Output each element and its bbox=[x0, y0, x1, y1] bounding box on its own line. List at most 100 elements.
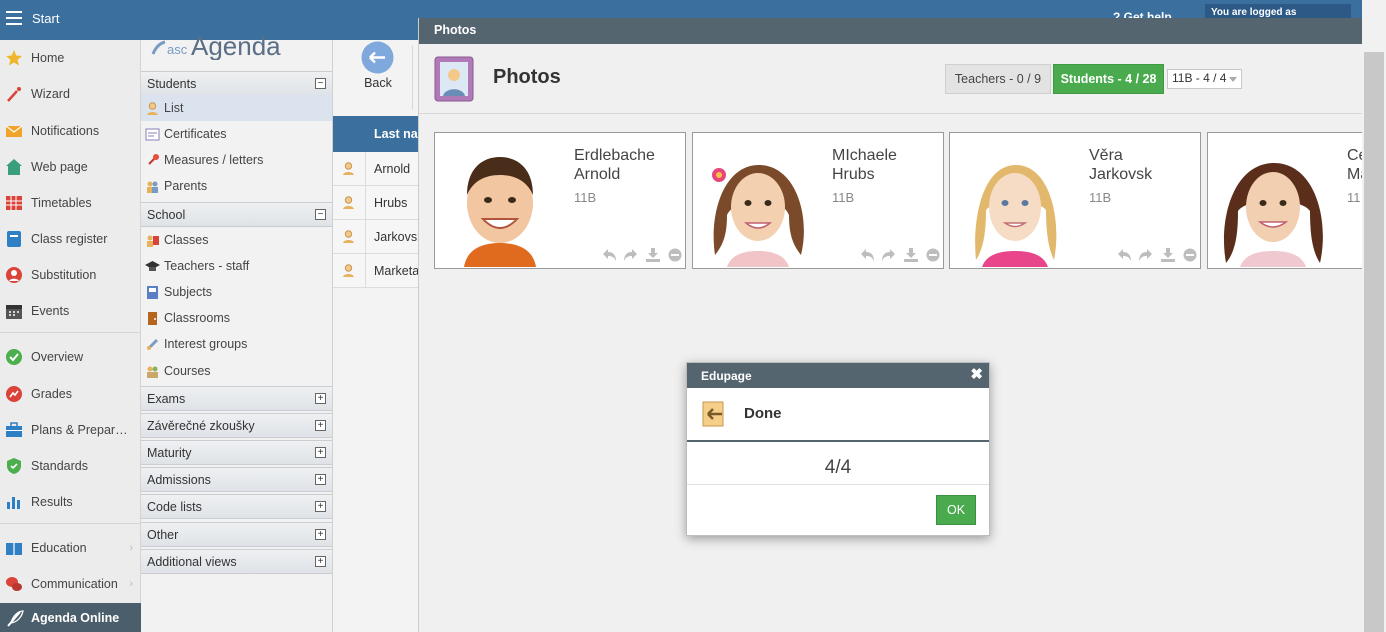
nav-education[interactable]: Education › bbox=[0, 533, 141, 563]
class-select[interactable]: 11B - 4 / 4 bbox=[1167, 69, 1242, 89]
expand-icon[interactable]: + bbox=[315, 556, 326, 567]
column-separator bbox=[365, 254, 366, 288]
nav-notifications[interactable]: Notifications bbox=[0, 116, 141, 146]
tab-students[interactable]: Students - 4 / 28 bbox=[1053, 64, 1164, 94]
parents-icon bbox=[147, 181, 158, 193]
nav-standards[interactable]: Standards bbox=[0, 451, 141, 481]
remove-icon[interactable] bbox=[667, 248, 683, 262]
download-icon[interactable] bbox=[1160, 248, 1176, 262]
nav-home-label: Home bbox=[31, 51, 65, 65]
chart-circle-icon bbox=[6, 386, 22, 402]
redo-icon[interactable] bbox=[623, 248, 639, 262]
column-separator bbox=[365, 186, 366, 220]
subnav-list[interactable]: List bbox=[141, 95, 332, 121]
back-button[interactable]: Back bbox=[352, 40, 410, 115]
student-photo-card[interactable]: Věra Jarkovsk 11B bbox=[949, 132, 1201, 269]
collapse-icon[interactable]: − bbox=[315, 78, 326, 89]
student-photo-card[interactable]: MIchaele Hrubs 11B bbox=[692, 132, 944, 269]
nav-plans[interactable]: Plans & Prepar… bbox=[0, 415, 141, 445]
graduation-cap-icon bbox=[145, 260, 160, 271]
nav-communication[interactable]: Communication › bbox=[0, 569, 141, 599]
dialog-title: Edupage bbox=[687, 363, 989, 388]
expand-icon[interactable]: + bbox=[315, 420, 326, 431]
bar-chart-icon bbox=[7, 497, 20, 509]
table-row[interactable]: Arnold bbox=[333, 152, 419, 186]
section-exams[interactable]: Exams + bbox=[141, 386, 332, 411]
undo-icon[interactable] bbox=[601, 248, 617, 262]
subnav-parents[interactable]: Parents bbox=[141, 173, 332, 199]
expand-icon[interactable]: + bbox=[315, 393, 326, 404]
nav-web-page[interactable]: Web page bbox=[0, 152, 141, 182]
section-maturity[interactable]: Maturity + bbox=[141, 440, 332, 465]
student-last-name: Hrubs bbox=[832, 166, 875, 183]
subnav-classes[interactable]: Classes bbox=[141, 227, 332, 253]
student-last-name: Arnold bbox=[574, 166, 621, 183]
subnav-teachers[interactable]: Teachers - staff bbox=[141, 253, 332, 279]
start-label[interactable]: Start bbox=[32, 11, 59, 26]
remove-icon[interactable] bbox=[1182, 248, 1198, 262]
classes-icon bbox=[147, 235, 159, 247]
tab-teachers[interactable]: Teachers - 0 / 9 bbox=[945, 64, 1051, 94]
section-zaverecne-zkousky[interactable]: Závěrečné zkoušky + bbox=[141, 413, 332, 438]
collapse-icon[interactable]: − bbox=[315, 209, 326, 220]
section-code-lists[interactable]: Code lists + bbox=[141, 494, 332, 519]
student-last-name: Jarkovsk bbox=[1089, 166, 1153, 183]
nav-substitution[interactable]: Substitution bbox=[0, 260, 141, 290]
subnav-measures[interactable]: Measures / letters bbox=[141, 147, 332, 173]
table-row[interactable]: Marketa bbox=[333, 254, 419, 288]
ok-button[interactable]: OK bbox=[936, 495, 976, 525]
asc-agenda-logo: asc Agenda bbox=[151, 34, 331, 60]
subnav-classrooms-label: Classrooms bbox=[164, 311, 230, 325]
chevron-right-icon: › bbox=[129, 578, 133, 590]
student-first-name: Ce bbox=[1347, 147, 1362, 164]
calendar-icon bbox=[6, 305, 22, 319]
redo-icon[interactable] bbox=[881, 248, 897, 262]
hamburger-menu-icon[interactable] bbox=[6, 11, 22, 25]
section-students[interactable]: Students − bbox=[141, 71, 332, 96]
person-icon bbox=[6, 267, 22, 283]
remove-icon[interactable] bbox=[925, 248, 941, 262]
table-header: Last na bbox=[333, 116, 419, 152]
nav-events[interactable]: Events bbox=[0, 296, 141, 326]
page-scrollbar[interactable] bbox=[1362, 0, 1386, 632]
table-row[interactable]: Jarkovsk bbox=[333, 220, 423, 254]
nav-agenda-online[interactable]: Agenda Online bbox=[0, 603, 141, 632]
download-icon[interactable] bbox=[903, 248, 919, 262]
row-last-name: Hrubs bbox=[374, 196, 408, 210]
section-other[interactable]: Other + bbox=[141, 522, 332, 547]
section-school[interactable]: School − bbox=[141, 202, 332, 227]
subnav-classrooms[interactable]: Classrooms bbox=[141, 305, 332, 331]
book-icon bbox=[7, 231, 21, 247]
download-icon[interactable] bbox=[645, 248, 661, 262]
nav-overview[interactable]: Overview bbox=[0, 342, 141, 372]
nav-home[interactable]: Home bbox=[0, 43, 141, 73]
subnav-list-label: List bbox=[164, 101, 184, 115]
student-photo-card[interactable]: Erdlebache Arnold 11B bbox=[434, 132, 686, 269]
redo-icon[interactable] bbox=[1138, 248, 1154, 262]
nav-timetables[interactable]: Timetables bbox=[0, 188, 141, 218]
student-photo-card[interactable]: Ce Ma 11 bbox=[1207, 132, 1362, 269]
subnav-certificates[interactable]: Certificates bbox=[141, 121, 332, 147]
check-circle-icon bbox=[6, 349, 22, 365]
undo-icon[interactable] bbox=[859, 248, 875, 262]
expand-icon[interactable]: + bbox=[315, 447, 326, 458]
expand-icon[interactable]: + bbox=[315, 501, 326, 512]
nav-results[interactable]: Results bbox=[0, 487, 141, 517]
nav-grades[interactable]: Grades bbox=[0, 379, 141, 409]
section-additional-views[interactable]: Additional views + bbox=[141, 549, 332, 574]
expand-icon[interactable]: + bbox=[315, 474, 326, 485]
section-admissions[interactable]: Admissions + bbox=[141, 467, 332, 492]
subnav-courses[interactable]: Courses bbox=[141, 358, 332, 384]
subnav-subjects[interactable]: Subjects bbox=[141, 279, 332, 305]
student-class: 11 bbox=[1347, 190, 1361, 205]
nav-wizard[interactable]: Wizard bbox=[0, 79, 141, 109]
subnav-interest-groups[interactable]: Interest groups bbox=[141, 331, 332, 357]
scrollbar-thumb[interactable] bbox=[1364, 52, 1384, 632]
nav-class-register[interactable]: Class register bbox=[0, 224, 141, 254]
photos-window-title: Photos bbox=[419, 18, 1362, 44]
close-icon[interactable]: ✖ bbox=[970, 367, 983, 382]
column-last-name[interactable]: Last na bbox=[374, 127, 418, 141]
table-row[interactable]: Hrubs bbox=[333, 186, 419, 220]
expand-icon[interactable]: + bbox=[315, 529, 326, 540]
undo-icon[interactable] bbox=[1116, 248, 1132, 262]
